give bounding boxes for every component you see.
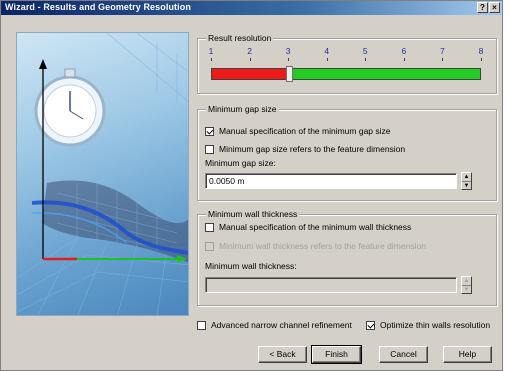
cancel-button[interactable]: Cancel — [379, 346, 428, 363]
thin-walls-checkbox[interactable]: Optimize thin walls resolution — [366, 320, 490, 330]
resolution-ticks — [211, 58, 482, 62]
back-button[interactable]: < Back — [258, 346, 307, 363]
help-button[interactable]: Help — [443, 346, 492, 363]
min-gap-input[interactable] — [205, 173, 457, 189]
narrow-channel-label: Advanced narrow channel refinement — [211, 320, 352, 330]
min-gap-title: Minimum gap size — [206, 104, 279, 114]
thin-walls-box[interactable] — [366, 320, 375, 330]
manual-gap-label: Manual specification of the minimum gap … — [219, 126, 391, 136]
manual-wall-box[interactable] — [205, 222, 214, 232]
resolution-level-labels: 1 2 3 4 5 6 7 8 — [203, 46, 493, 58]
gap-field-label: Minimum gap size: — [205, 158, 276, 168]
resolution-tick — [326, 58, 328, 61]
wall-down-arrow-icon[interactable]: ▼ — [462, 285, 471, 293]
wall-field-label: Minimum wall thickness: — [205, 261, 297, 271]
resolution-tick — [288, 58, 290, 61]
manual-wall-label: Manual specification of the minimum wall… — [219, 222, 412, 232]
help-title-button[interactable]: ? — [477, 2, 488, 13]
resolution-level-8: 8 — [478, 46, 484, 56]
resolution-tick — [249, 58, 251, 61]
resolution-level-2: 2 — [247, 46, 252, 56]
result-resolution-title: Result resolution — [206, 33, 274, 43]
narrow-channel-checkbox[interactable]: Advanced narrow channel refinement — [197, 320, 352, 330]
wall-up-arrow-icon[interactable]: ▲ — [462, 277, 471, 285]
finish-button[interactable]: Finish — [311, 345, 362, 364]
resolution-level-6: 6 — [401, 46, 407, 56]
resolution-level-3: 3 — [285, 46, 291, 56]
resolution-slider[interactable] — [211, 66, 481, 82]
manual-gap-checkbox[interactable]: Manual specification of the minimum gap … — [205, 126, 391, 136]
narrow-channel-box[interactable] — [197, 320, 206, 330]
resolution-level-7: 7 — [440, 46, 445, 56]
manual-wall-checkbox[interactable]: Manual specification of the minimum wall… — [205, 222, 411, 232]
resolution-tick — [442, 58, 444, 61]
gap-refers-checkbox[interactable]: Minimum gap size refers to the feature d… — [205, 144, 405, 154]
wall-refers-box[interactable] — [205, 241, 214, 251]
gap-refers-label: Minimum gap size refers to the feature d… — [219, 144, 406, 154]
min-wall-title: Minimum wall thickness — [206, 209, 300, 219]
min-wall-stepper[interactable]: ▲ ▼ — [461, 276, 472, 294]
title-bar[interactable]: Wizard - Results and Geometry Resolution… — [1, 1, 502, 15]
wizard-window: Wizard - Results and Geometry Resolution… — [0, 0, 503, 371]
resolution-level-5: 5 — [362, 46, 368, 56]
resolution-fill — [212, 69, 289, 79]
wizard-illustration — [16, 32, 189, 316]
gap-refers-box[interactable] — [205, 144, 214, 154]
window-title: Wizard - Results and Geometry Resolution — [5, 2, 191, 12]
min-wall-input[interactable] — [205, 277, 457, 293]
resolution-tick — [481, 58, 482, 61]
close-title-button[interactable]: × — [489, 2, 500, 13]
resolution-tick — [403, 58, 405, 61]
resolution-tick — [365, 58, 367, 61]
resolution-slider-thumb[interactable] — [285, 66, 293, 82]
resolution-level-4: 4 — [324, 46, 330, 56]
window-edge — [503, 0, 509, 371]
gap-up-arrow-icon[interactable]: ▲ — [462, 173, 471, 181]
wall-refers-checkbox[interactable]: Minimum wall thickness refers to the fea… — [205, 241, 426, 251]
thin-walls-label: Optimize thin walls resolution — [380, 320, 491, 330]
resolution-tick — [211, 58, 212, 61]
gap-down-arrow-icon[interactable]: ▼ — [462, 181, 471, 189]
resolution-level-1: 1 — [208, 46, 214, 56]
wall-refers-label: Minimum wall thickness refers to the fea… — [219, 241, 426, 251]
min-gap-stepper[interactable]: ▲ ▼ — [461, 172, 472, 190]
manual-gap-box[interactable] — [205, 126, 214, 136]
illustration-graphic — [17, 33, 188, 315]
